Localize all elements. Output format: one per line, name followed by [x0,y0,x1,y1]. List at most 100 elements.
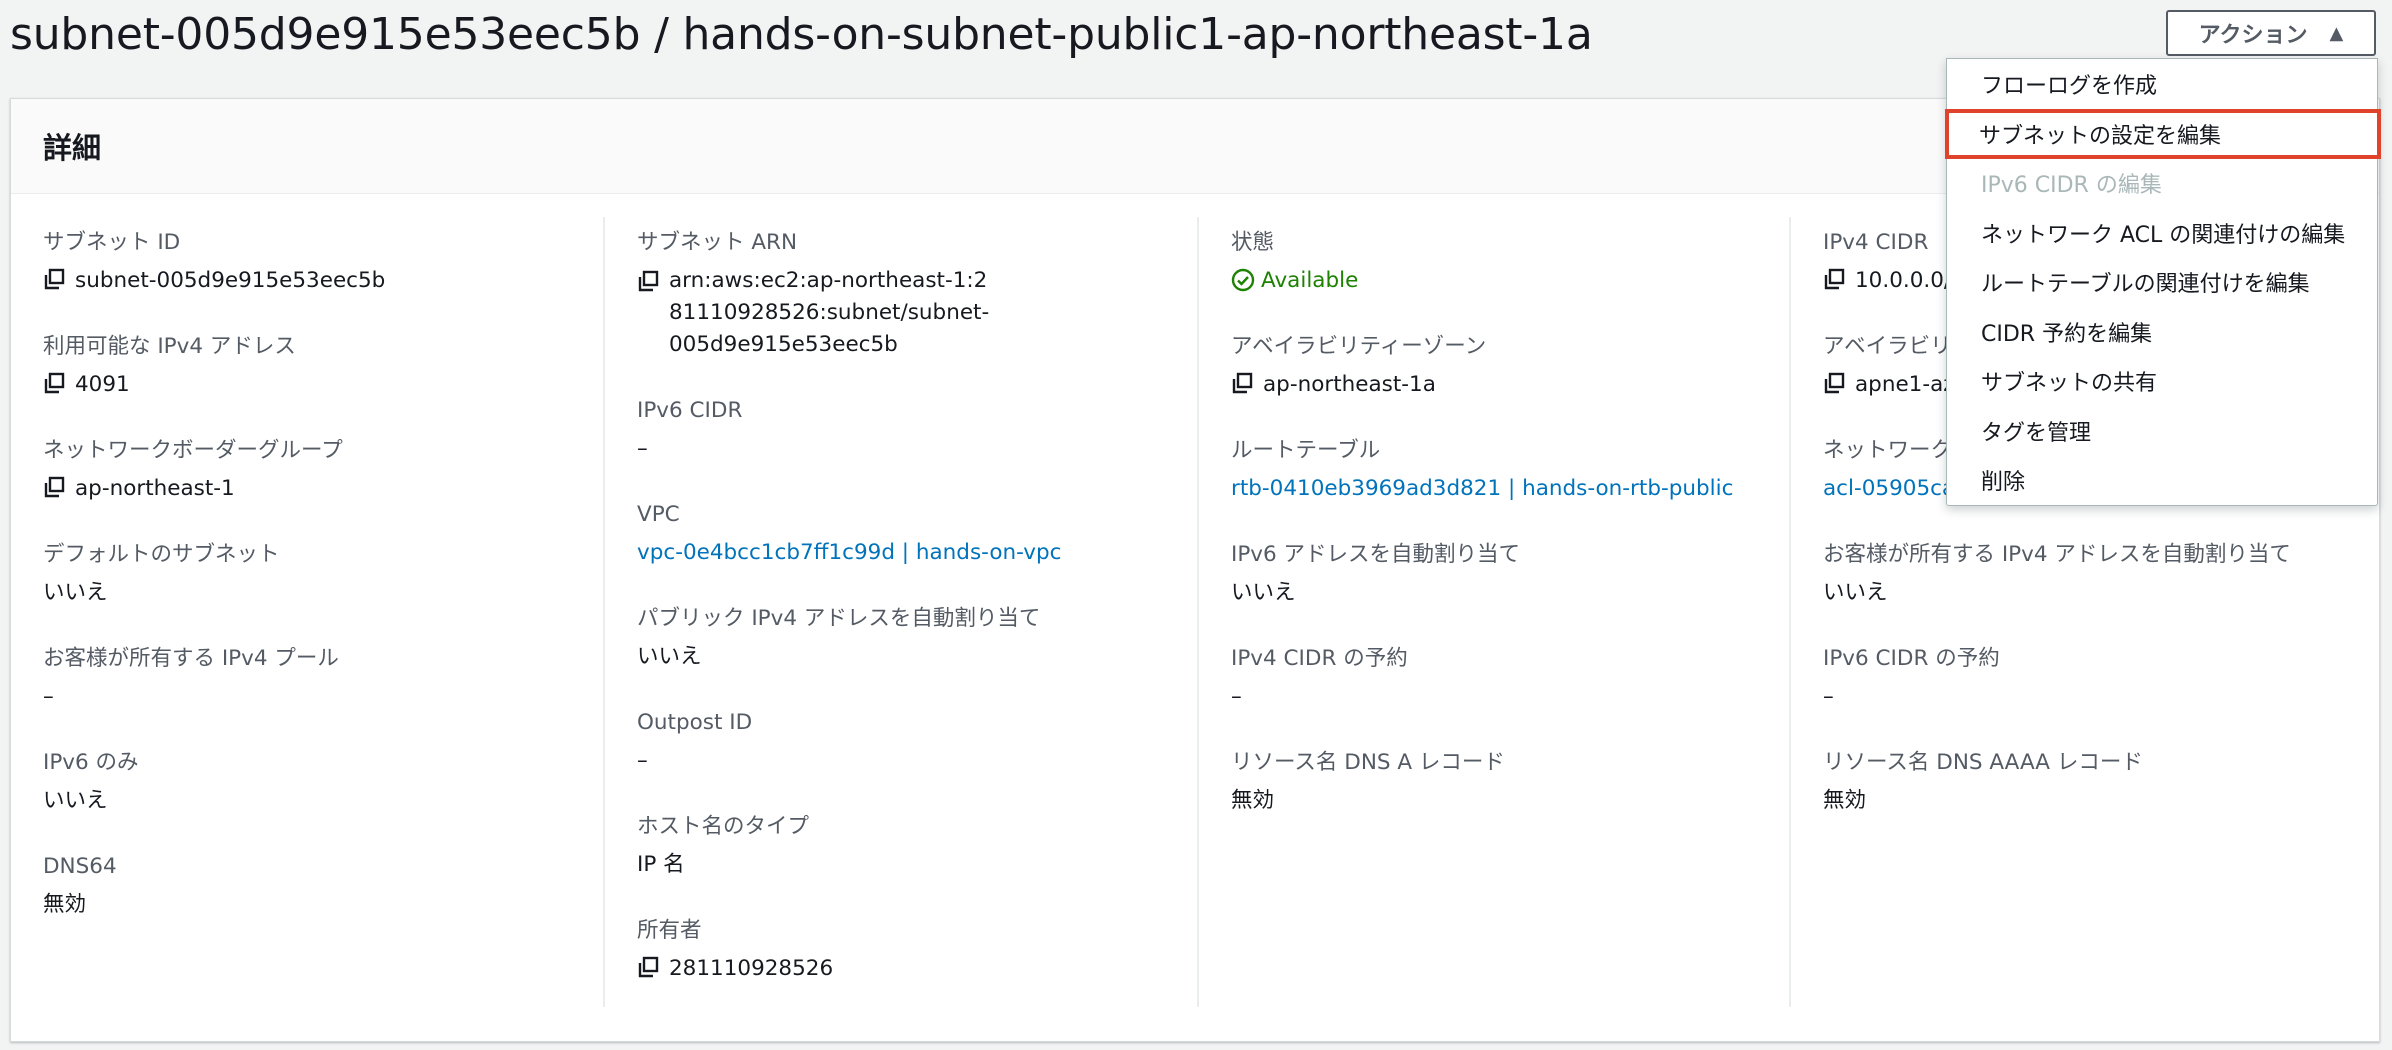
copy-icon[interactable] [1823,372,1845,394]
details-panel-title: 詳細 [43,131,102,165]
field-value: ap-northeast-1a [1231,369,1486,401]
actions-dropdown-menu: フローログを作成 サブネットの設定を編集 IPv6 CIDR の編集 ネットワー… [1945,58,2381,506]
field-label: 所有者 [637,918,702,943]
field-label: サブネット ARN [637,230,798,255]
network-acl-link[interactable]: acl-05905ca [1823,473,1955,505]
field-label: アベイラビリティーゾーン [1231,334,1487,359]
field-state: 状態 Available [1231,229,1358,297]
field-label: VPC [637,502,680,527]
menu-item-delete[interactable]: 削除 [1947,455,2377,505]
field-route-table: ルートテーブル rtb-0410eb3969ad3d821 | hands-on… [1231,437,1733,505]
field-availability-zone: アベイラビリティーゾーン ap-northeast-1a [1231,333,1486,401]
field-value: Available [1231,265,1358,297]
field-subnet-id: サブネット ID subnet-005d9e915e53eec5b [43,229,385,297]
field-label: 状態 [1231,230,1275,255]
field-value: arn:aws:ec2:ap-northeast-1:281110928526:… [637,265,999,361]
field-value: いいえ [1231,580,1296,605]
field-dns-aaaa-record: リソース名 DNS AAAA レコード 無効 [1823,749,2143,817]
menu-item-edit-subnet-settings[interactable]: サブネットの設定を編集 [1945,109,2381,159]
field-owner: 所有者 281110928526 [637,917,833,985]
subnet-arn-value: arn:aws:ec2:ap-northeast-1:281110928526:… [669,268,990,357]
field-value: いいえ [637,644,702,669]
field-public-ipv4-auto-assign: パブリック IPv4 アドレスを自動割り当て いいえ [637,605,1040,673]
field-customer-owned-ipv4-pool: お客様が所有する IPv4 プール – [43,645,339,713]
field-value: 無効 [1231,788,1275,813]
copy-icon[interactable] [43,372,65,394]
field-label: IPv6 アドレスを自動割り当て [1231,542,1521,567]
field-subnet-arn: サブネット ARN arn:aws:ec2:ap-northeast-1:281… [637,229,999,361]
field-label: リソース名 DNS AAAA レコード [1823,750,2143,775]
field-label: IPv6 CIDR [637,398,743,423]
owner-value: 281110928526 [669,956,834,981]
field-value: いいえ [1823,580,1888,605]
field-dns-a-record: リソース名 DNS A レコード 無効 [1231,749,1505,817]
field-value: 無効 [1823,788,1867,813]
field-value: – [43,684,54,709]
field-network-acl: ネットワーク acl-05905ca [1823,437,1955,505]
field-value: IP 名 [637,852,685,877]
actions-button[interactable]: アクション ▲ [2166,10,2376,56]
field-ipv6-cidr-reservation: IPv6 CIDR の予約 – [1823,645,2000,713]
menu-item-create-flow-log[interactable]: フローログを作成 [1947,59,2377,109]
field-ipv4-cidr: IPv4 CIDR 10.0.0.0/ [1823,229,1951,297]
field-label: DNS64 [43,854,117,879]
field-label: パブリック IPv4 アドレスを自動割り当て [637,606,1041,631]
subnet-id-value: subnet-005d9e915e53eec5b [75,268,386,293]
field-available-ipv4: 利用可能な IPv4 アドレス 4091 [43,333,296,401]
page-title: subnet-005d9e915e53eec5b / hands-on-subn… [10,9,1593,60]
menu-item-edit-network-acl-association[interactable]: ネットワーク ACL の関連付けの編集 [1947,208,2377,258]
available-ipv4-value: 4091 [75,372,130,397]
status-check-icon [1231,268,1255,292]
menu-item-share-subnet[interactable]: サブネットの共有 [1947,356,2377,406]
field-value: 281110928526 [637,953,833,985]
copy-icon[interactable] [637,270,659,292]
field-value: – [1823,684,1834,709]
menu-item-manage-tags[interactable]: タグを管理 [1947,406,2377,456]
field-label: ルートテーブル [1231,438,1381,463]
route-table-link[interactable]: rtb-0410eb3969ad3d821 | hands-on-rtb-pub… [1231,473,1733,505]
field-value: いいえ [43,580,108,605]
field-vpc: VPC vpc-0e4bcc1cb7ff1c99d | hands-on-vpc [637,501,1061,569]
copy-icon[interactable] [1823,268,1845,290]
field-value: 無効 [43,892,87,917]
field-value: – [1231,684,1242,709]
copy-icon[interactable] [1231,372,1253,394]
menu-item-edit-cidr-reservations[interactable]: CIDR 予約を編集 [1947,307,2377,357]
field-customer-owned-ipv4-auto-assign: お客様が所有する IPv4 アドレスを自動割り当て いいえ [1823,541,2291,609]
copy-icon[interactable] [43,476,65,498]
field-label: リソース名 DNS A レコード [1231,750,1505,775]
copy-icon[interactable] [637,956,659,978]
field-network-border-group: ネットワークボーダーグループ ap-northeast-1 [43,437,343,505]
field-value: ap-northeast-1 [43,473,343,505]
details-column-2: サブネット ARN arn:aws:ec2:ap-northeast-1:281… [603,217,1197,1007]
field-label: 利用可能な IPv4 アドレス [43,334,296,359]
field-label: Outpost ID [637,710,753,735]
status-badge: Available [1261,268,1359,293]
menu-item-edit-route-table-association[interactable]: ルートテーブルの関連付けを編集 [1947,257,2377,307]
field-label: IPv4 CIDR の予約 [1231,646,1408,671]
actions-button-label: アクション [2198,23,2308,48]
caret-up-icon: ▲ [2329,22,2344,44]
field-label: お客様が所有する IPv4 プール [43,646,339,671]
network-border-group-value: ap-northeast-1 [75,476,235,501]
field-label: お客様が所有する IPv4 アドレスを自動割り当て [1823,542,2291,567]
field-label: ネットワーク [1823,438,1953,463]
field-outpost-id: Outpost ID – [637,709,752,777]
ipv4-cidr-value: 10.0.0.0/ [1855,268,1952,293]
field-label: アベイラビリ [1823,334,1952,359]
copy-icon[interactable] [43,268,65,290]
availability-zone-value: ap-northeast-1a [1263,372,1436,397]
field-hostname-type: ホスト名のタイプ IP 名 [637,813,809,881]
field-default-subnet: デフォルトのサブネット いいえ [43,541,280,609]
details-column-1: サブネット ID subnet-005d9e915e53eec5b 利用可能な … [11,217,603,1007]
field-ipv4-cidr-reservation: IPv4 CIDR の予約 – [1231,645,1408,713]
field-ipv6-cidr: IPv6 CIDR – [637,397,742,465]
vpc-link[interactable]: vpc-0e4bcc1cb7ff1c99d | hands-on-vpc [637,537,1061,569]
availability-zone-id-value: apne1-az [1855,372,1955,397]
field-value: いいえ [43,788,108,813]
field-label: IPv4 CIDR [1823,230,1929,255]
field-value: – [637,436,648,461]
field-value: – [637,748,648,773]
field-label: サブネット ID [43,230,181,255]
field-value: subnet-005d9e915e53eec5b [43,265,385,297]
